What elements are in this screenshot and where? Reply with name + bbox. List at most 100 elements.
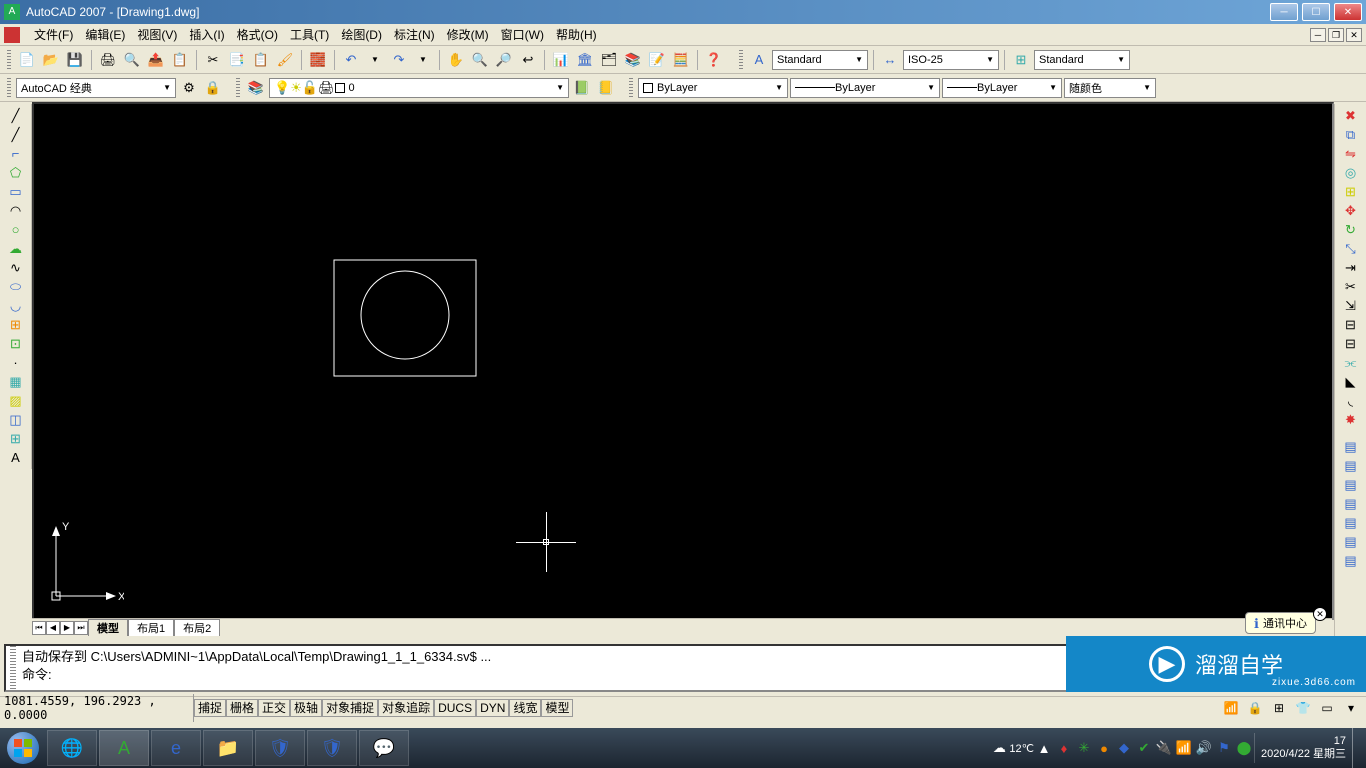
- rotate-tool[interactable]: ↻: [1340, 220, 1362, 239]
- status-annoscale-icon[interactable]: 👕: [1292, 699, 1314, 717]
- trim-tool[interactable]: ✂: [1340, 277, 1362, 296]
- task-explorer[interactable]: 📁: [203, 730, 253, 766]
- tray-app4-icon[interactable]: ◆: [1115, 739, 1133, 757]
- tray-app5-icon[interactable]: ✔: [1135, 739, 1153, 757]
- zoom-realtime-button[interactable]: 🔍: [469, 49, 491, 71]
- table-style-button[interactable]: ⊞: [1010, 49, 1032, 71]
- copy-button[interactable]: 📑: [226, 49, 248, 71]
- menu-help[interactable]: 帮助(H): [550, 26, 603, 43]
- mdi-close-button[interactable]: ✕: [1346, 28, 1362, 42]
- layer-manager-button[interactable]: 📚: [245, 77, 267, 99]
- toggle-grid[interactable]: 栅格: [226, 699, 258, 717]
- redo-dropdown[interactable]: ▼: [412, 49, 434, 71]
- props-panel6-button[interactable]: ▤: [1340, 532, 1362, 551]
- task-chrome[interactable]: 🌐: [47, 730, 97, 766]
- cut-button[interactable]: ✂: [202, 49, 224, 71]
- layer-previous-button[interactable]: 📗: [571, 77, 593, 99]
- mirror-tool[interactable]: ⇋: [1340, 144, 1362, 163]
- task-security2[interactable]: 🛡: [307, 730, 357, 766]
- insert-block-tool[interactable]: ⊞: [5, 315, 27, 334]
- toolbar-grip[interactable]: [7, 50, 11, 70]
- scale-tool[interactable]: ⤡: [1340, 239, 1362, 258]
- zoom-window-button[interactable]: 🔎: [493, 49, 515, 71]
- tab-prev-button[interactable]: ◀: [46, 621, 60, 635]
- toggle-dyn[interactable]: DYN: [476, 699, 509, 717]
- point-tool[interactable]: ·: [5, 353, 27, 372]
- quickcalc-button[interactable]: 🧮: [670, 49, 692, 71]
- drawing-canvas[interactable]: Y X: [34, 104, 1332, 618]
- toggle-lwt[interactable]: 线宽: [509, 699, 541, 717]
- toolbar-grip[interactable]: [739, 50, 743, 70]
- plotstyle-dropdown[interactable]: 随颜色▼: [1064, 78, 1156, 98]
- copy-tool[interactable]: ⧉: [1340, 125, 1362, 144]
- tray-vol-icon[interactable]: 🔊: [1195, 739, 1213, 757]
- toggle-otrack[interactable]: 对象追踪: [378, 699, 434, 717]
- mdi-minimize-button[interactable]: ─: [1310, 28, 1326, 42]
- tab-layout2[interactable]: 布局2: [174, 619, 220, 636]
- cmd-grip[interactable]: [10, 646, 16, 690]
- toggle-osnap[interactable]: 对象捕捉: [322, 699, 378, 717]
- toolbar-grip[interactable]: [7, 78, 11, 98]
- lineweight-dropdown[interactable]: ByLayer▼: [942, 78, 1062, 98]
- region-tool[interactable]: ◫: [5, 410, 27, 429]
- tab-first-button[interactable]: ⏮: [32, 621, 46, 635]
- make-block-tool[interactable]: ⊡: [5, 334, 27, 353]
- redo-button[interactable]: ↷: [388, 49, 410, 71]
- gradient-tool[interactable]: ▨: [5, 391, 27, 410]
- spline-tool[interactable]: ∿: [5, 258, 27, 277]
- menu-edit[interactable]: 编辑(E): [79, 26, 131, 43]
- arc-tool[interactable]: ◠: [5, 201, 27, 220]
- status-menu-icon[interactable]: ▾: [1340, 699, 1362, 717]
- publish-button[interactable]: 📤: [145, 49, 167, 71]
- plot-button[interactable]: 📋: [169, 49, 191, 71]
- save-button[interactable]: 💾: [64, 49, 86, 71]
- layer-dropdown[interactable]: 💡 ☀ 🔓 🖨 0 ▼: [269, 78, 569, 98]
- menu-dimension[interactable]: 标注(N): [388, 26, 441, 43]
- dim-style-dropdown[interactable]: ISO-25▼: [903, 50, 999, 70]
- paste-button[interactable]: 📋: [250, 49, 272, 71]
- toggle-polar[interactable]: 极轴: [290, 699, 322, 717]
- menu-window[interactable]: 窗口(W): [495, 26, 550, 43]
- print-button[interactable]: 🖨: [97, 49, 119, 71]
- status-lock-icon[interactable]: 🔒: [1244, 699, 1266, 717]
- properties-button[interactable]: 📊: [550, 49, 572, 71]
- stretch-tool[interactable]: ⇥: [1340, 258, 1362, 277]
- props-panel-button[interactable]: ▤: [1340, 437, 1362, 456]
- toggle-ducs[interactable]: DUCS: [434, 699, 476, 717]
- tray-app1-icon[interactable]: ♦: [1055, 739, 1073, 757]
- break-tool[interactable]: ⊟: [1340, 334, 1362, 353]
- close-button[interactable]: ✕: [1334, 3, 1362, 21]
- menu-modify[interactable]: 修改(M): [441, 26, 495, 43]
- tray-app6-icon[interactable]: ⬤: [1235, 739, 1253, 757]
- line-tool[interactable]: ╱: [5, 106, 27, 125]
- tray-clock[interactable]: 17 2020/4/22 星期三: [1254, 733, 1352, 763]
- mdi-restore-button[interactable]: ❐: [1328, 28, 1344, 42]
- text-style-button[interactable]: A: [748, 49, 770, 71]
- block-editor-button[interactable]: 🧱: [307, 49, 329, 71]
- maximize-button[interactable]: ☐: [1302, 3, 1330, 21]
- workspace-settings-button[interactable]: ⚙: [178, 77, 200, 99]
- break-point-tool[interactable]: ⊟: [1340, 315, 1362, 334]
- sheet-set-button[interactable]: 📚: [622, 49, 644, 71]
- props-panel4-button[interactable]: ▤: [1340, 494, 1362, 513]
- new-button[interactable]: 📄: [16, 49, 38, 71]
- print-preview-button[interactable]: 🔍: [121, 49, 143, 71]
- markup-button[interactable]: 📝: [646, 49, 668, 71]
- workspace-dropdown[interactable]: AutoCAD 经典▼: [16, 78, 176, 98]
- fillet-tool[interactable]: ◟: [1340, 391, 1362, 410]
- help-button[interactable]: ❓: [703, 49, 725, 71]
- minimize-button[interactable]: ─: [1270, 3, 1298, 21]
- props-panel7-button[interactable]: ▤: [1340, 551, 1362, 570]
- match-prop-button[interactable]: 🖌: [274, 49, 296, 71]
- undo-dropdown[interactable]: ▼: [364, 49, 386, 71]
- polyline-tool[interactable]: ⌐: [5, 144, 27, 163]
- open-button[interactable]: 📂: [40, 49, 62, 71]
- tab-model[interactable]: 模型: [88, 619, 128, 636]
- tray-up-icon[interactable]: ▲: [1035, 739, 1053, 757]
- menu-view[interactable]: 视图(V): [131, 26, 183, 43]
- toggle-snap[interactable]: 捕捉: [194, 699, 226, 717]
- array-tool[interactable]: ⊞: [1340, 182, 1362, 201]
- offset-tool[interactable]: ◎: [1340, 163, 1362, 182]
- start-button[interactable]: [0, 728, 46, 768]
- table-style-dropdown[interactable]: Standard▼: [1034, 50, 1130, 70]
